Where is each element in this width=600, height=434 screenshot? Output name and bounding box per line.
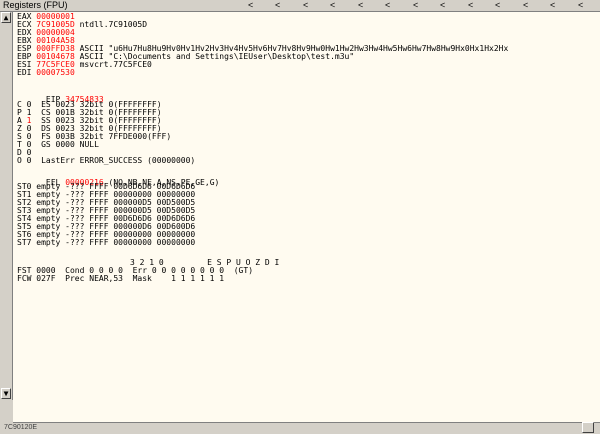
left-arrow-icon[interactable]: < xyxy=(495,0,500,10)
register-row-edi[interactable]: EDI 00007530 xyxy=(17,69,75,77)
left-arrow-icon[interactable]: < xyxy=(578,0,583,10)
fpu-register-name: ST7 xyxy=(17,238,37,247)
status-text: 7C90120E xyxy=(4,424,38,431)
scroll-down-icon[interactable]: ▼ xyxy=(1,388,11,399)
registers-window: Registers (FPU) < < < < < < < < < < < < … xyxy=(0,0,600,434)
fpu-row-st7[interactable]: ST7 empty -??? FFFF 00000000 00000000 xyxy=(17,239,195,247)
register-comment: ntdll.7C91005D xyxy=(74,20,148,29)
left-arrow-icon[interactable]: < xyxy=(248,0,253,10)
scroll-up-icon[interactable]: ▲ xyxy=(1,12,11,23)
title-bar[interactable]: Registers (FPU) < < < < < < < < < < < < … xyxy=(0,0,600,12)
flag-name: O xyxy=(17,156,27,165)
fpu-register-value: empty -??? FFFF 00000000 00000000 xyxy=(36,238,196,247)
left-arrow-icon[interactable]: < xyxy=(385,0,390,10)
register-name: EDI xyxy=(17,68,37,77)
segment-desc: GS 0000 NULL xyxy=(31,140,99,149)
left-arrow-icon[interactable]: < xyxy=(468,0,473,10)
register-comment: msvcrt.77C5FCE0 xyxy=(74,60,152,69)
left-arrow-icon[interactable]: < xyxy=(550,0,555,10)
registers-pane[interactable]: EAX 00000001 ECX 7C91005D ntdll.7C91005D E… xyxy=(13,12,600,422)
register-value[interactable]: 00007530 xyxy=(36,68,75,77)
left-arrow-icon[interactable]: < xyxy=(413,0,418,10)
left-arrow-icon[interactable]: < xyxy=(440,0,445,10)
left-arrow-icon[interactable]: < xyxy=(303,0,308,10)
segment-desc: LastErr ERROR_SUCCESS (00000000) xyxy=(31,156,196,165)
left-arrow-icon[interactable]: < xyxy=(275,0,280,10)
window-title: Registers (FPU) xyxy=(3,0,68,10)
left-arrow-icon[interactable]: < xyxy=(523,0,528,10)
fcw-row[interactable]: FCW 027F Prec NEAR,53 Mask 1 1 1 1 1 1 xyxy=(17,275,224,283)
vertical-scrollbar[interactable]: ▲ ▼ xyxy=(0,12,13,400)
left-arrow-icon[interactable]: < xyxy=(358,0,363,10)
left-arrow-icon[interactable]: < xyxy=(330,0,335,10)
resize-grip[interactable] xyxy=(582,422,594,433)
segment-row[interactable]: O 0 LastErr ERROR_SUCCESS (00000000) xyxy=(17,157,195,165)
